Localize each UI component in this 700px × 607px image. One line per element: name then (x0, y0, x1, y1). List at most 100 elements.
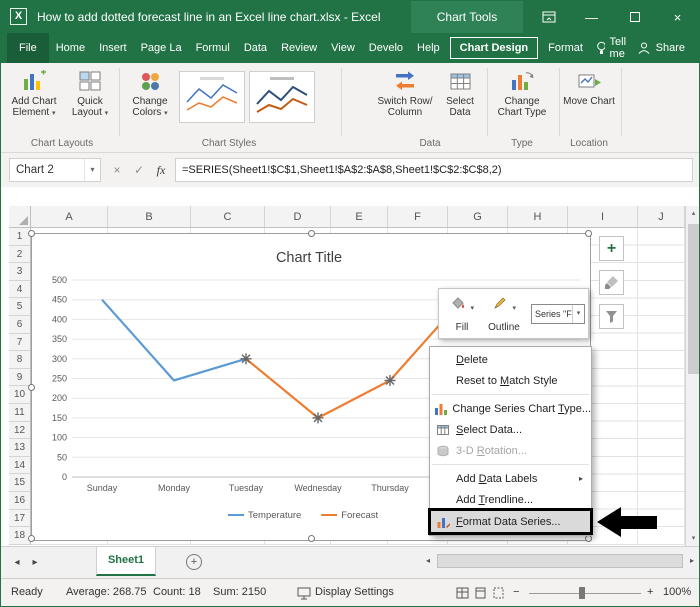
view-page-break-button[interactable] (492, 587, 505, 602)
insert-function-button[interactable]: fx (151, 158, 171, 182)
close-button[interactable]: × (656, 1, 699, 33)
row-header-1[interactable]: 1 (9, 228, 30, 246)
zoom-level[interactable]: 100% (663, 586, 691, 598)
caret-down-icon[interactable]: ▾ (572, 305, 584, 323)
row-header-16[interactable]: 16 (9, 492, 30, 510)
sheet-nav-right-icon[interactable]: ▸ (27, 547, 43, 578)
row-header-6[interactable]: 6 (9, 316, 30, 334)
row-header-14[interactable]: 14 (9, 456, 30, 475)
name-box[interactable]: Chart 2 ▾ (9, 158, 101, 182)
zoom-slider-track[interactable] (529, 593, 641, 594)
ribbon-tab-review[interactable]: Review (274, 33, 324, 63)
column-header-C[interactable]: C (191, 206, 265, 228)
quick-layout-button[interactable]: Quick Layout ▾ (63, 67, 117, 135)
name-box-caret-icon[interactable]: ▾ (84, 159, 100, 181)
vertical-scroll-thumb[interactable] (688, 224, 699, 374)
hscroll-right-icon[interactable]: ▸ (685, 553, 699, 569)
row-header-4[interactable]: 4 (9, 280, 30, 299)
scroll-up-icon[interactable]: ▴ (686, 206, 699, 221)
horizontal-scrollbar[interactable]: ◂ ▸ (421, 553, 699, 569)
row-header-12[interactable]: 12 (9, 421, 30, 440)
series-selector-dropdown[interactable]: Series "Forecas ▾ (531, 304, 585, 324)
fill-button[interactable]: ▾ Fill (445, 293, 479, 335)
column-header-B[interactable]: B (108, 206, 191, 228)
row-header-3[interactable]: 3 (9, 263, 30, 281)
change-colors-button[interactable]: Change Colors ▾ (123, 67, 177, 135)
chart-handle-top-center[interactable] (308, 230, 315, 237)
column-header-F[interactable]: F (388, 206, 448, 228)
ribbon-tab-home[interactable]: Home (49, 33, 92, 63)
share-button[interactable]: Share (637, 41, 685, 55)
formula-input[interactable]: =SERIES(Sheet1!$C$1,Sheet1!$A$2:$A$8,She… (175, 158, 693, 182)
display-settings-button[interactable]: Display Settings (315, 586, 394, 598)
ribbon-tab-data[interactable]: Data (237, 33, 274, 63)
add-chart-element-button[interactable]: Add Chart Element ▾ (7, 67, 61, 135)
ribbon-tab-formul[interactable]: Formul (189, 33, 237, 63)
row-header-18[interactable]: 18 (9, 527, 30, 545)
chart-handle-bottom-right[interactable] (585, 535, 592, 542)
row-header-10[interactable]: 10 (9, 386, 30, 404)
vertical-scrollbar[interactable]: ▴ ▾ (685, 206, 699, 546)
row-header-7[interactable]: 7 (9, 333, 30, 352)
menu-item-select-data[interactable]: Select Data... (430, 419, 591, 440)
column-header-E[interactable]: E (331, 206, 388, 228)
column-header-D[interactable]: D (265, 206, 331, 228)
row-header-11[interactable]: 11 (9, 404, 30, 422)
minimize-button[interactable]: — (570, 1, 613, 33)
row-header-15[interactable]: 15 (9, 474, 30, 492)
zoom-slider-thumb[interactable] (579, 587, 585, 599)
menu-item-delete[interactable]: Delete (430, 349, 591, 370)
move-chart-button[interactable]: Move Chart (563, 67, 615, 135)
row-header-2[interactable]: 2 (9, 245, 30, 264)
chart-filters-button[interactable] (599, 304, 624, 329)
ribbon-tab-chart-design[interactable]: Chart Design (449, 37, 539, 59)
change-chart-type-button[interactable]: Change Chart Type (491, 67, 553, 135)
chart-elements-button[interactable]: + (599, 236, 624, 261)
row-header-5[interactable]: 5 (9, 298, 30, 316)
ribbon-tab-help[interactable]: Help (410, 33, 447, 63)
sheet-nav-left-icon[interactable]: ◂ (9, 547, 25, 578)
tell-me-button[interactable]: Tell me (596, 36, 637, 60)
menu-item-reset-to-match-style[interactable]: Reset to Match Style (430, 370, 591, 391)
chart-handle-bottom-left[interactable] (28, 535, 35, 542)
chart-style-preview-2[interactable] (249, 71, 315, 123)
ribbon-tab-develo[interactable]: Develo (362, 33, 410, 63)
column-header-I[interactable]: I (568, 206, 638, 228)
column-header-A[interactable]: A (31, 206, 108, 228)
menu-item-add-trendline[interactable]: Add Trendline... (430, 489, 591, 510)
zoom-out-button[interactable]: − (513, 586, 519, 598)
menu-item-add-data-labels[interactable]: Add Data Labels ▸ (430, 468, 591, 489)
chart-handle-top-right[interactable] (585, 230, 592, 237)
view-page-layout-button[interactable] (474, 587, 487, 602)
scroll-down-icon[interactable]: ▾ (686, 531, 699, 546)
chart-styles-button[interactable] (599, 270, 624, 295)
ribbon-display-options-button[interactable] (527, 1, 570, 33)
ribbon-tab-page-la[interactable]: Page La (134, 33, 189, 63)
hscroll-left-icon[interactable]: ◂ (421, 553, 435, 569)
ribbon-tab-view[interactable]: View (324, 33, 362, 63)
menu-item-format-data-series[interactable]: Format Data Series... (428, 508, 593, 535)
menu-item-change-series-chart-type[interactable]: Change Series Chart Type... (430, 398, 591, 419)
row-header-9[interactable]: 9 (9, 368, 30, 387)
ribbon-tab-file[interactable]: File (7, 33, 49, 63)
column-header-J[interactable]: J (638, 206, 685, 228)
ribbon-tab-insert[interactable]: Insert (92, 33, 134, 63)
view-normal-button[interactable] (456, 587, 469, 602)
maximize-button[interactable] (613, 1, 656, 33)
row-header-8[interactable]: 8 (9, 351, 30, 369)
cancel-button[interactable]: × (107, 158, 127, 182)
column-header-G[interactable]: G (448, 206, 508, 228)
new-sheet-button[interactable]: + (186, 554, 202, 570)
chart-style-preview-1[interactable] (179, 71, 245, 123)
horizontal-scroll-thumb[interactable] (437, 554, 683, 568)
chart-handle-mid-left[interactable] (28, 384, 35, 391)
column-header-H[interactable]: H (508, 206, 568, 228)
zoom-in-button[interactable]: + (647, 586, 653, 598)
ribbon-tab-format[interactable]: Format (541, 33, 590, 63)
outline-button[interactable]: ▾ Outline (483, 293, 525, 335)
select-data-button[interactable]: Select Data (437, 67, 483, 135)
enter-button[interactable]: ✓ (129, 158, 149, 182)
row-header-13[interactable]: 13 (9, 439, 30, 457)
row-header-17[interactable]: 17 (9, 509, 30, 528)
sheet-tab-sheet1[interactable]: Sheet1 (96, 547, 156, 576)
